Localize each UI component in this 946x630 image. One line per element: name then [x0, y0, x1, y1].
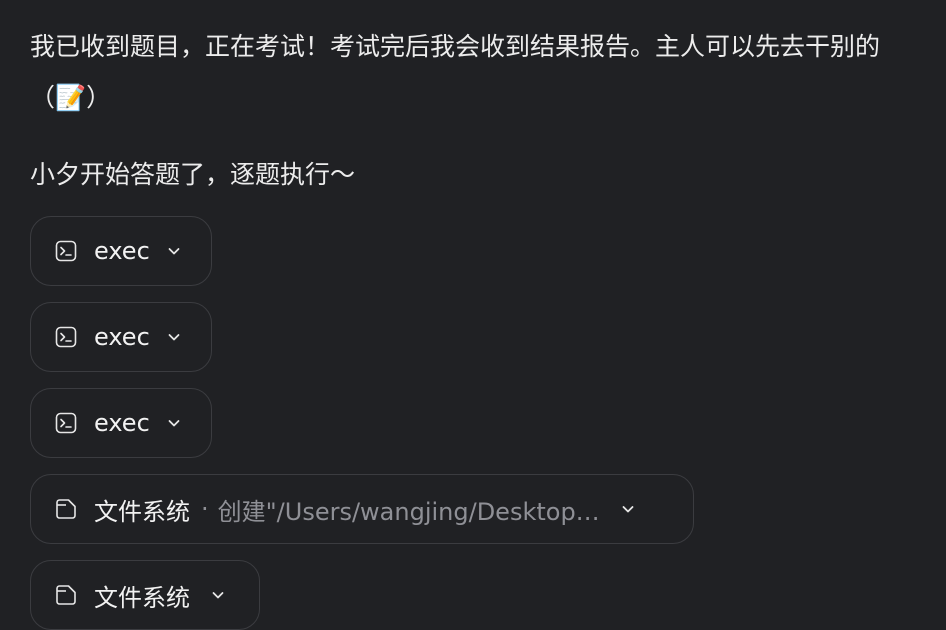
tool-call-label: 文件系统: [94, 583, 190, 612]
tool-call-exec-2[interactable]: exec: [30, 302, 212, 372]
tool-call-detail: 创建"/Users/wangjing/Desktop…: [217, 497, 600, 526]
chevron-down-icon[interactable]: [166, 329, 182, 345]
file-icon: [53, 582, 79, 608]
terminal-icon: [53, 410, 79, 436]
tool-call-label: 文件系统: [94, 497, 190, 526]
tool-call-exec-3[interactable]: exec: [30, 388, 212, 458]
tool-call-exec-1[interactable]: exec: [30, 216, 212, 286]
terminal-icon: [53, 238, 79, 264]
assistant-message-start: 小夕开始答题了，逐题执行～: [30, 160, 356, 189]
chevron-down-icon[interactable]: [166, 415, 182, 431]
tool-call-label: exec: [94, 237, 150, 265]
terminal-icon: [53, 324, 79, 350]
chevron-down-icon[interactable]: [210, 587, 226, 603]
tool-call-filesystem-create[interactable]: 文件系统 · 创建"/Users/wangjing/Desktop…: [30, 474, 694, 544]
tool-call-label: exec: [94, 409, 150, 437]
file-icon: [53, 496, 79, 522]
chevron-down-icon[interactable]: [620, 501, 636, 517]
tool-call-label: exec: [94, 323, 150, 351]
separator-dot: ·: [201, 495, 209, 523]
chevron-down-icon[interactable]: [166, 243, 182, 259]
tool-call-filesystem[interactable]: 文件系统: [30, 560, 260, 630]
assistant-message-intro: 我已收到题目，正在考试！考试完后我会收到结果报告。主人可以先去干别的（📝）: [30, 32, 881, 112]
